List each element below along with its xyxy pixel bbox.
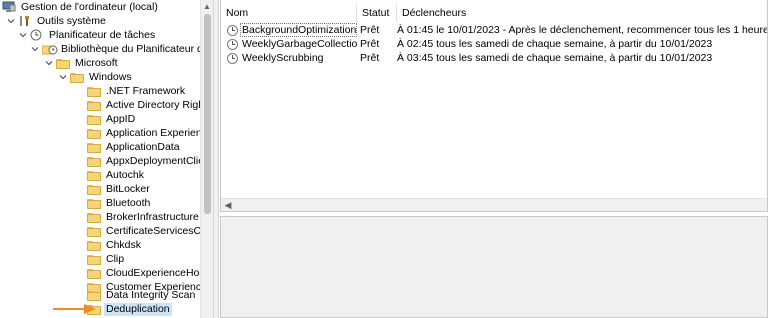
- scroll-left-icon[interactable]: ◀: [223, 200, 233, 210]
- tree-item-folder[interactable]: BrokerInfrastructure: [87, 210, 201, 224]
- task-trigger: À 03:45 tous les samedi de chaque semain…: [397, 52, 713, 64]
- tree-item-label: CertificateServicesClien: [106, 224, 213, 237]
- task-name: WeeklyGarbageCollection: [242, 38, 357, 50]
- tree-item-task-scheduler[interactable]: Planificateur de tâches: [18, 28, 157, 42]
- task-status: Prêt: [360, 52, 380, 64]
- tree-item-computer-management[interactable]: Gestion de l'ordinateur (local): [2, 0, 160, 14]
- tree-vertical-scrollbar[interactable]: ▲: [200, 0, 213, 318]
- tree-item-label: Bluetooth: [106, 196, 151, 209]
- tree-item-label: AppID: [106, 112, 136, 125]
- folder-icon: [87, 114, 101, 125]
- tree-item-folder[interactable]: Data Integrity Scan: [87, 288, 197, 302]
- column-header-name[interactable]: Nom: [221, 4, 357, 22]
- console-tree: Gestion de l'ordinateur (local) Outils s…: [0, 0, 213, 318]
- tree-item-label: BitLocker: [106, 182, 150, 195]
- tree-item-task-library[interactable]: Bibliothèque du Planificateur de tâ: [30, 42, 213, 56]
- folder-icon: [87, 254, 101, 265]
- chevron-down-icon[interactable]: [6, 14, 16, 28]
- tree-item-folder[interactable]: CloudExperienceHost: [87, 266, 210, 280]
- folder-icon: [87, 226, 101, 237]
- tree-item-folder[interactable]: Active Directory Rights: [87, 98, 213, 112]
- folder-icon: [70, 72, 84, 83]
- column-header-triggers[interactable]: Déclencheurs: [397, 4, 767, 22]
- tree-item-label: .NET Framework: [106, 84, 186, 97]
- task-status: Prêt: [360, 38, 380, 50]
- folder-icon: [87, 240, 101, 251]
- tree-item-label: Application Experience: [106, 126, 213, 139]
- clock-icon: [30, 29, 44, 41]
- tree-item-label: Data Integrity Scan: [106, 288, 196, 301]
- tree-item-label: AppxDeploymentClient: [106, 154, 213, 167]
- tree-item-folder[interactable]: Application Experience: [87, 126, 213, 140]
- folder-icon: [87, 156, 101, 167]
- tree-item-label: BrokerInfrastructure: [106, 210, 199, 223]
- task-list: Nom Statut Déclencheurs BackgroundOptimi…: [220, 0, 768, 212]
- folder-icon: [87, 268, 101, 279]
- table-row[interactable]: BackgroundOptimization Prêt À 01:45 le 1…: [221, 23, 768, 37]
- tree-item-label: Clip: [106, 252, 125, 265]
- tree-item-label: Outils système: [37, 14, 106, 27]
- tools-icon: [18, 15, 32, 27]
- folder-icon: [87, 128, 101, 139]
- table-row[interactable]: WeeklyScrubbing Prêt À 03:45 tous les sa…: [221, 51, 767, 65]
- chevron-down-icon[interactable]: [18, 28, 28, 42]
- folder-icon: [87, 184, 101, 195]
- table-row[interactable]: WeeklyGarbageCollection Prêt À 02:45 tou…: [221, 37, 767, 51]
- annotation-arrow-icon: [53, 304, 96, 314]
- tree-item-folder[interactable]: BitLocker: [87, 182, 152, 196]
- folder-clock-icon: [41, 43, 58, 55]
- task-clock-icon: [227, 24, 238, 36]
- tree-item-label: Active Directory Rights: [106, 98, 213, 111]
- folder-icon: [87, 170, 101, 181]
- tree-item-folder[interactable]: ApplicationData: [87, 140, 182, 154]
- tree-item-label: Planificateur de tâches: [49, 28, 156, 41]
- folder-icon: [87, 86, 101, 97]
- tree-item-label: Autochk: [106, 168, 144, 181]
- task-trigger: À 02:45 tous les samedi de chaque semain…: [397, 38, 713, 50]
- folder-icon: [87, 290, 101, 301]
- tree-item-label: Chkdsk: [106, 238, 142, 251]
- tree-item-folder[interactable]: Autochk: [87, 168, 146, 182]
- task-clock-icon: [227, 38, 238, 50]
- list-horizontal-scrollbar[interactable]: ◀: [221, 198, 767, 211]
- column-header-status[interactable]: Statut: [357, 4, 397, 22]
- chevron-down-icon[interactable]: [58, 70, 68, 84]
- tree-item-label: Windows: [89, 70, 132, 83]
- scrollbar-thumb[interactable]: [204, 14, 211, 214]
- tree-item-label: ApplicationData: [106, 140, 180, 153]
- tree-item-microsoft[interactable]: Microsoft: [44, 56, 120, 70]
- pane-splitter[interactable]: [213, 0, 219, 318]
- folder-icon: [87, 198, 101, 209]
- tree-item-folder[interactable]: Chkdsk: [87, 238, 143, 252]
- chevron-down-icon[interactable]: [44, 56, 54, 70]
- tree-item-folder[interactable]: .NET Framework: [87, 84, 187, 98]
- tree-item-folder[interactable]: AppID: [87, 112, 137, 126]
- task-name: BackgroundOptimization: [240, 23, 357, 37]
- folder-icon: [87, 100, 101, 111]
- task-clock-icon: [227, 52, 238, 64]
- tree-item-folder[interactable]: Bluetooth: [87, 196, 152, 210]
- task-details-pane: [220, 216, 768, 318]
- tree-item-folder[interactable]: AppxDeploymentClient: [87, 154, 213, 168]
- chevron-down-icon[interactable]: [30, 42, 40, 56]
- folder-icon: [87, 212, 101, 223]
- tree-item-label: Microsoft: [75, 56, 118, 69]
- list-header: Nom Statut Déclencheurs: [221, 4, 767, 22]
- task-name: WeeklyScrubbing: [242, 52, 324, 64]
- folder-icon: [56, 58, 70, 69]
- task-status: Prêt: [360, 24, 380, 36]
- tree-item-label: Deduplication: [104, 302, 172, 316]
- tree-item-system-tools[interactable]: Outils système: [6, 14, 108, 28]
- tree-item-folder[interactable]: Clip: [87, 252, 126, 266]
- tree-item-folder[interactable]: CertificateServicesClien: [87, 224, 213, 238]
- computer-management-icon: [2, 1, 16, 13]
- tree-item-label: CloudExperienceHost: [106, 266, 208, 279]
- tree-item-label: Gestion de l'ordinateur (local): [21, 0, 158, 13]
- task-trigger: À 01:45 le 10/01/2023 - Après le déclenc…: [397, 24, 768, 36]
- folder-icon: [87, 142, 101, 153]
- scroll-up-icon[interactable]: ▲: [201, 0, 213, 12]
- tree-item-windows[interactable]: Windows: [58, 70, 134, 84]
- tree-item-label: Bibliothèque du Planificateur de tâ: [61, 42, 213, 55]
